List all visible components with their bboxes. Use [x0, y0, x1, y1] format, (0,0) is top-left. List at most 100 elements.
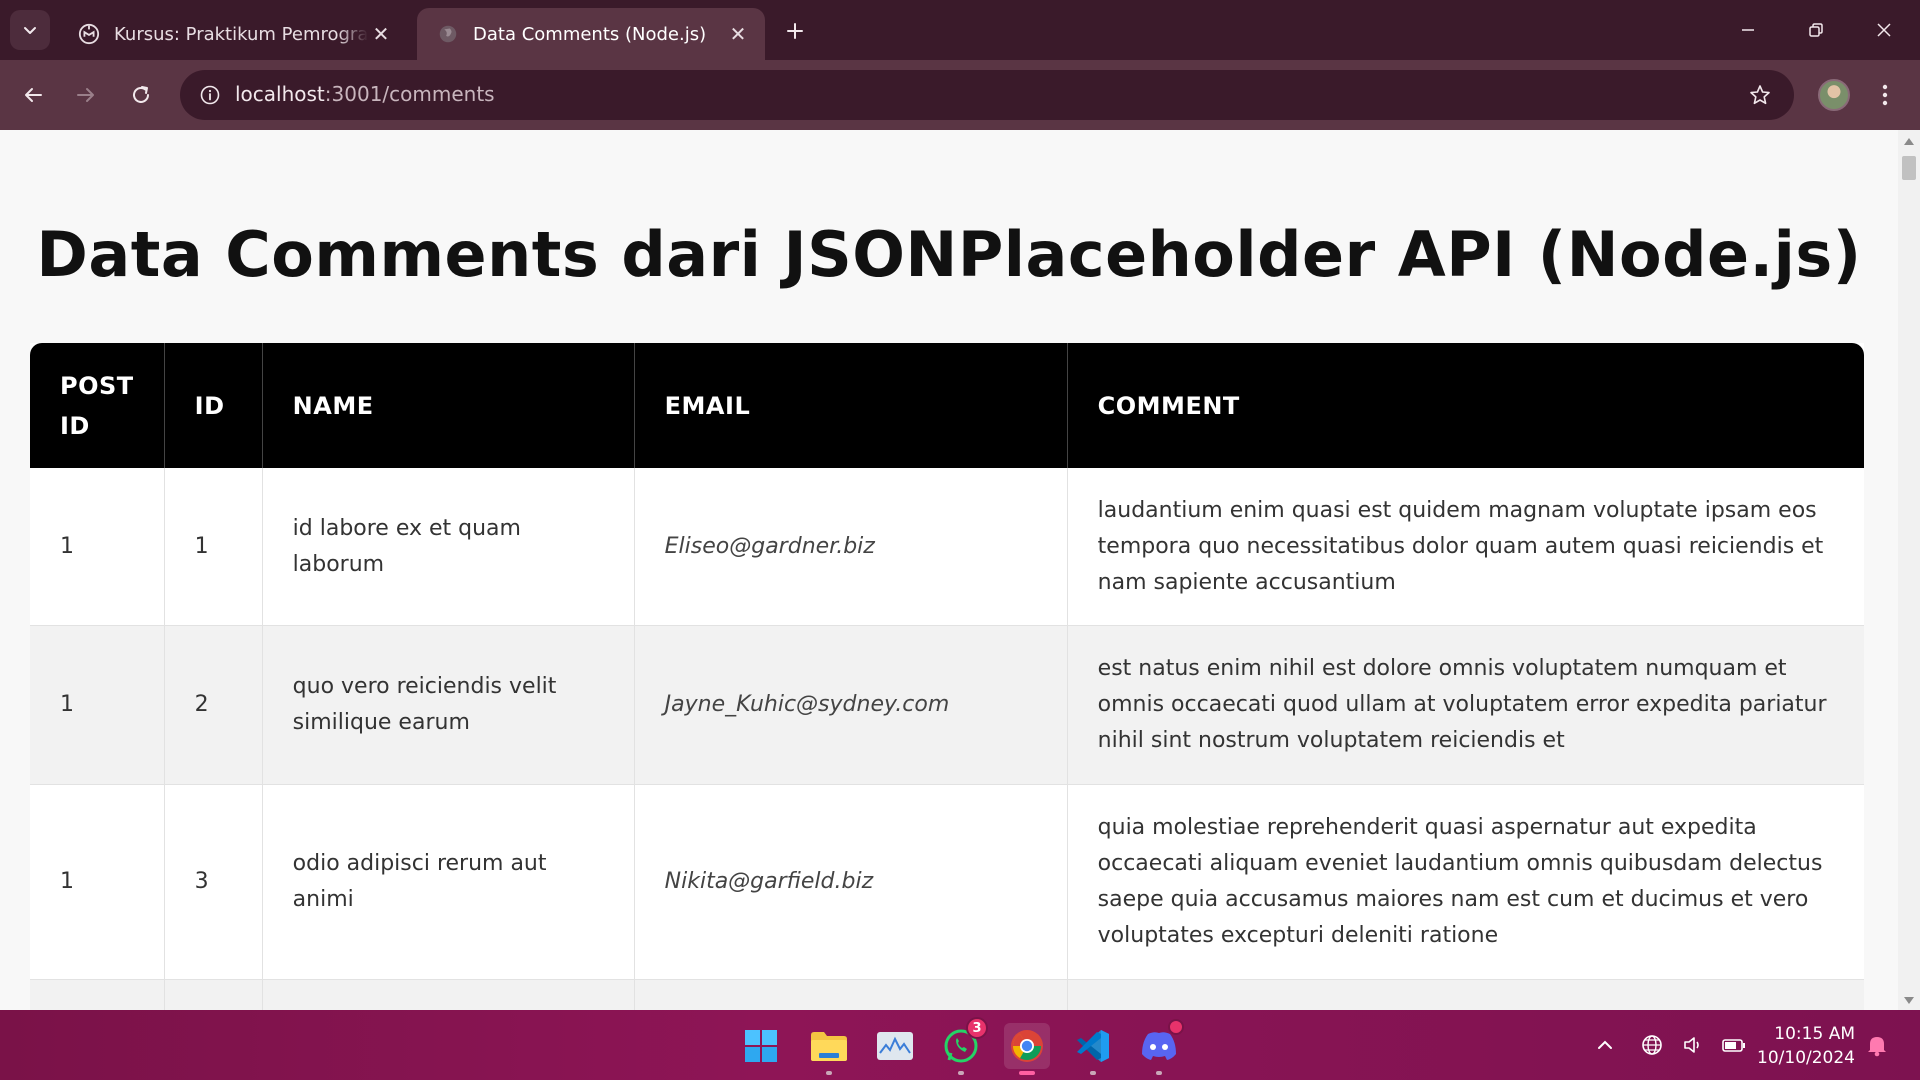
cell-empty — [30, 980, 165, 1010]
cell-empty — [1067, 980, 1864, 1010]
arrow-right-icon — [77, 88, 94, 102]
running-indicator — [1019, 1071, 1035, 1075]
header-post-id: POST ID — [30, 343, 165, 468]
cell-id: 2 — [164, 626, 263, 785]
running-indicator — [826, 1071, 832, 1075]
taskbar-clock[interactable]: 10:15 AM 10/10/2024 — [1755, 1022, 1855, 1070]
chrome-button[interactable] — [1004, 1023, 1050, 1075]
cell-post-id: 1 — [30, 626, 165, 785]
cell-id: 3 — [164, 785, 263, 980]
tab-data-comments[interactable]: Data Comments (Node.js) ✕ — [417, 8, 765, 60]
browser-toolbar: localhost:3001/comments — [0, 60, 1920, 130]
cell-email: Jayne_Kuhic@sydney.com — [634, 626, 1068, 785]
cell-name: id labore ex et quam laborum — [262, 468, 635, 626]
clock-date: 10/10/2024 — [1757, 1048, 1855, 1068]
table-row: 1 1 id labore ex et quam laborum Eliseo@… — [30, 468, 1864, 626]
reload-icon — [133, 86, 149, 103]
running-indicator — [958, 1071, 964, 1075]
tab-strip: Kursus: Praktikum Pemrograman ✕ Data Com… — [0, 0, 1920, 60]
network-button[interactable] — [1638, 1031, 1666, 1059]
minimize-button[interactable] — [1718, 8, 1778, 52]
discord-button[interactable] — [1136, 1019, 1184, 1075]
url-path: :3001/comments — [324, 82, 495, 106]
close-window-button[interactable] — [1854, 8, 1914, 52]
scroll-down-icon[interactable] — [1904, 997, 1914, 1004]
page-viewport: Data Comments dari JSONPlaceholder API (… — [0, 130, 1920, 1010]
battery-icon — [1722, 1039, 1745, 1052]
arrow-left-icon — [25, 88, 42, 102]
bell-icon — [1868, 1037, 1886, 1057]
cell-email: Eliseo@gardner.biz — [634, 468, 1068, 626]
task-manager-button[interactable] — [872, 1023, 918, 1069]
cell-empty — [164, 980, 263, 1010]
plus-icon — [787, 23, 803, 39]
tab-kursus[interactable]: Kursus: Praktikum Pemrograman ✕ — [58, 8, 408, 60]
vertical-scrollbar[interactable] — [1898, 130, 1920, 1010]
tab-title: Data Comments (Node.js) — [473, 23, 707, 45]
close-icon[interactable]: ✕ — [368, 21, 394, 47]
restore-button[interactable] — [1786, 8, 1846, 52]
restore-icon — [1809, 23, 1823, 37]
url-host: localhost — [235, 82, 325, 106]
cell-name: quo vero reiciendis velit similique earu… — [262, 626, 635, 785]
minimize-icon — [1742, 29, 1754, 31]
cell-post-id: 1 — [30, 468, 165, 626]
task-manager-icon — [877, 1032, 913, 1060]
more-vertical-icon — [1882, 84, 1888, 106]
chrome-icon — [1011, 1030, 1043, 1062]
clock-time: 10:15 AM — [1774, 1024, 1855, 1044]
cell-empty — [262, 980, 635, 1010]
windows-start-icon — [745, 1030, 777, 1062]
browser-menu-button[interactable] — [1870, 75, 1900, 115]
profile-avatar[interactable] — [1818, 79, 1850, 111]
chevron-up-icon — [1598, 1040, 1612, 1049]
windows-taskbar: 3 10:15 AM 10/10/2024 — [0, 1010, 1920, 1080]
star-icon — [1750, 85, 1770, 105]
cell-comment: laudantium enim quasi est quidem magnam … — [1067, 468, 1864, 626]
discord-icon — [1142, 1032, 1176, 1060]
show-hidden-icons-button[interactable] — [1590, 1030, 1620, 1060]
battery-button[interactable] — [1720, 1031, 1748, 1059]
system-tray — [1638, 1030, 1748, 1060]
close-icon — [1877, 23, 1891, 37]
table-row: 1 3 odio adipisci rerum aut animi Nikita… — [30, 785, 1864, 980]
whatsapp-button[interactable]: 3 — [938, 1017, 988, 1075]
tab-search-button[interactable] — [10, 10, 50, 50]
bookmark-button[interactable] — [1742, 77, 1778, 113]
reload-button[interactable] — [119, 73, 163, 117]
comments-table: POST ID ID NAME EMAIL COMMENT 1 1 id lab… — [30, 343, 1864, 1010]
speaker-icon — [1684, 1037, 1699, 1053]
globe-network-icon — [1642, 1035, 1662, 1055]
start-button[interactable] — [738, 1023, 784, 1069]
url-text[interactable]: localhost:3001/comments — [235, 82, 495, 106]
cell-post-id: 1 — [30, 785, 165, 980]
notifications-button[interactable] — [1862, 1030, 1892, 1060]
vscode-button[interactable] — [1070, 1023, 1116, 1075]
header-name: NAME — [262, 343, 635, 468]
globe-icon — [439, 25, 457, 43]
running-indicator — [1090, 1071, 1096, 1075]
forward-button[interactable] — [64, 73, 108, 117]
table-header-row: POST ID ID NAME EMAIL COMMENT — [30, 343, 1864, 468]
tab-title: Kursus: Praktikum Pemrograman — [114, 23, 368, 45]
header-email: EMAIL — [634, 343, 1068, 468]
new-tab-button[interactable] — [778, 14, 812, 48]
running-indicator — [1156, 1071, 1162, 1075]
header-comment: COMMENT — [1067, 343, 1864, 468]
address-bar[interactable]: localhost:3001/comments — [180, 70, 1794, 120]
chevron-down-icon — [24, 27, 36, 34]
cell-empty — [634, 980, 1068, 1010]
cell-email: Nikita@garfield.biz — [634, 785, 1068, 980]
back-button[interactable] — [11, 73, 55, 117]
moodle-icon — [78, 23, 100, 45]
file-explorer-button[interactable] — [806, 1023, 852, 1075]
volume-button[interactable] — [1679, 1031, 1707, 1059]
close-icon[interactable]: ✕ — [725, 21, 751, 47]
header-id: ID — [164, 343, 263, 468]
notification-dot — [1168, 1019, 1184, 1035]
cell-id: 1 — [164, 468, 263, 626]
site-info-button[interactable] — [192, 77, 228, 113]
scroll-up-icon[interactable] — [1904, 138, 1914, 145]
cell-comment: quia molestiae reprehenderit quasi asper… — [1067, 785, 1864, 980]
scrollbar-thumb[interactable] — [1902, 156, 1916, 180]
